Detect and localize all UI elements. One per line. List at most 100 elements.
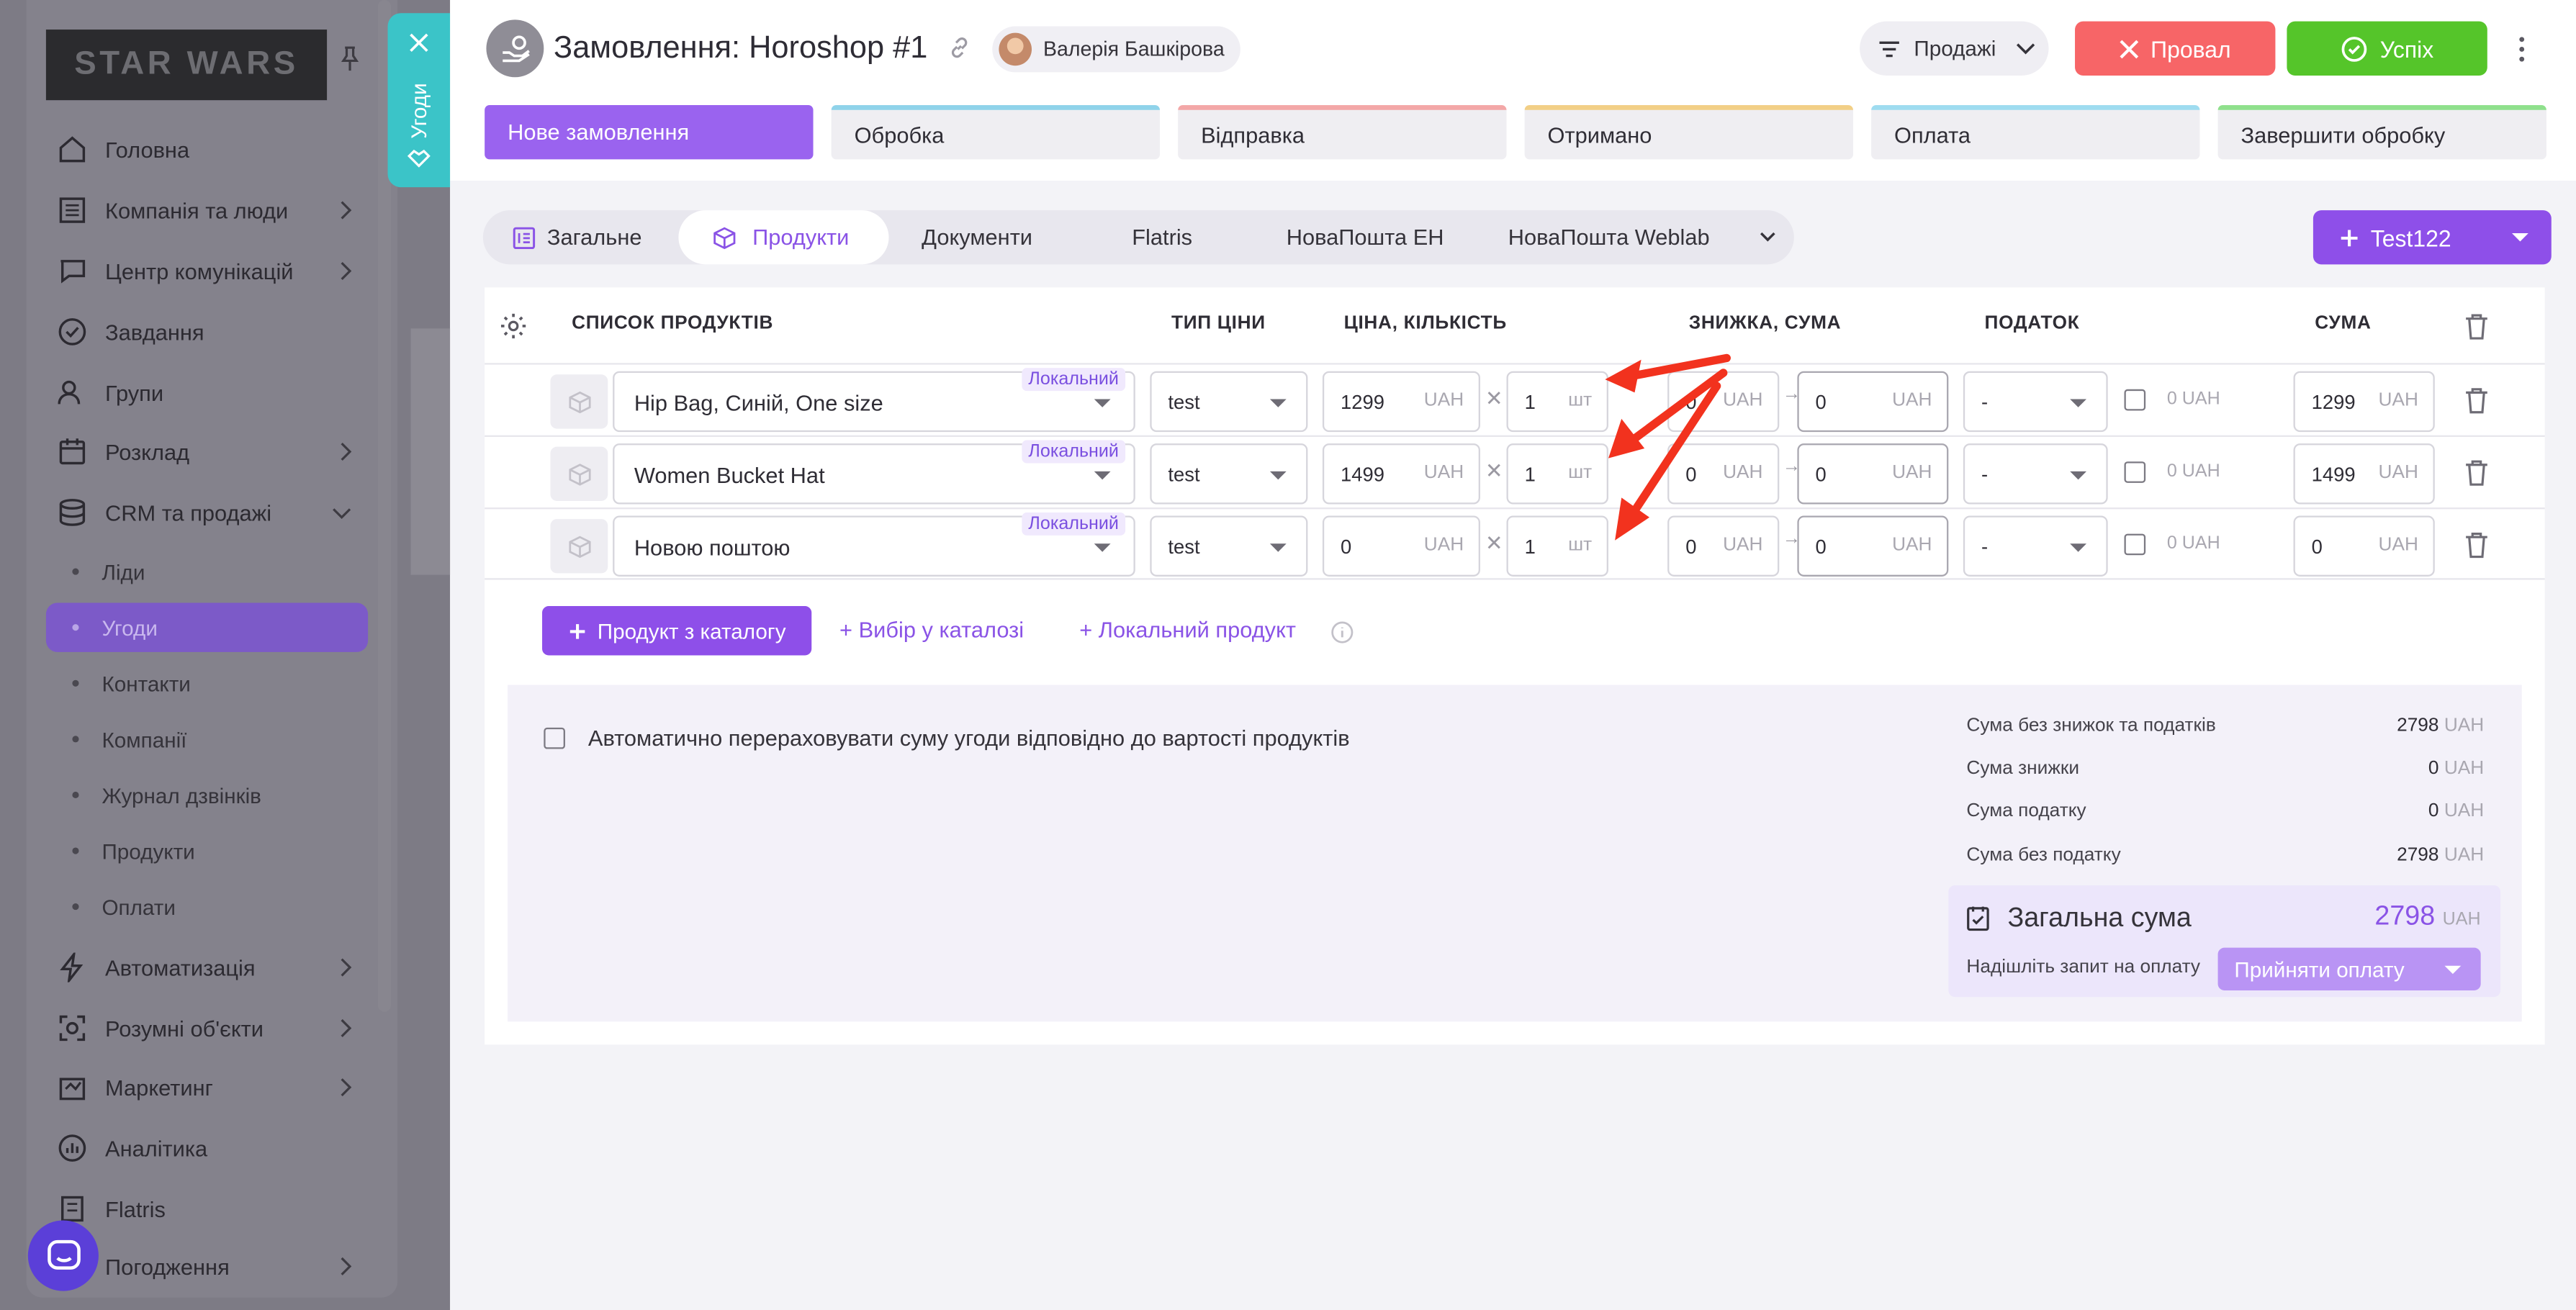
- sidebar-item-flatris[interactable]: Flatris: [46, 1181, 368, 1237]
- tab-novaposhta-weblab[interactable]: НоваПошта Weblab: [1508, 210, 1738, 264]
- tax-select[interactable]: -: [1963, 443, 2108, 505]
- accept-payment-button[interactable]: Прийняти оплату: [2217, 947, 2481, 990]
- sidebar-item-home[interactable]: Головна: [46, 122, 368, 178]
- stage-new-order[interactable]: Нове замовлення: [485, 105, 814, 160]
- sidebar-subitem-companies[interactable]: Компанії: [46, 715, 368, 764]
- plus-icon: +: [839, 617, 859, 643]
- support-chat-button[interactable]: [27, 1220, 99, 1291]
- close-icon[interactable]: [409, 33, 428, 53]
- price-input[interactable]: 1299 UAH: [1322, 371, 1480, 433]
- chevron-down-icon: [333, 508, 351, 520]
- sidebar-item-crm[interactable]: CRM та продажі: [46, 484, 368, 541]
- sidebar-item-analytics[interactable]: Аналітика: [46, 1120, 368, 1176]
- sidebar-subitem-deals[interactable]: Угоди: [45, 602, 369, 652]
- tab-general[interactable]: Загальне: [483, 210, 677, 264]
- sidebar-item-communications[interactable]: Центр комунікацій: [46, 243, 368, 299]
- sidebar-item-automation[interactable]: Автоматизація: [46, 939, 368, 995]
- fail-label: Провал: [2151, 35, 2231, 62]
- product-name-select[interactable]: Hip Bag, Синій, One size Локальний: [613, 368, 1135, 433]
- price-type-select[interactable]: test: [1150, 515, 1308, 577]
- responsible-user-chip[interactable]: Валерія Башкірова: [992, 26, 1241, 73]
- price-input[interactable]: 1499 UAH: [1322, 443, 1480, 505]
- sidebar-subitem-call-log[interactable]: Журнал дзвінків: [46, 770, 368, 819]
- sidebar-item-schedule[interactable]: Розклад: [46, 424, 368, 480]
- tab-novaposhta-en[interactable]: НоваПошта ЕН: [1287, 210, 1467, 264]
- settings-gear-icon[interactable]: [500, 312, 528, 340]
- sidebar-subitem-leads[interactable]: Ліди: [46, 547, 368, 596]
- currency-unit: UAH: [1423, 391, 1464, 411]
- catalog-button-label: Продукт з каталогу: [597, 618, 786, 643]
- column-header-total: СУМА: [2315, 313, 2372, 334]
- price-input[interactable]: 0 UAH: [1322, 515, 1480, 577]
- stage-finish[interactable]: Завершити обробку: [2217, 105, 2546, 160]
- auto-recalc-option[interactable]: Автоматично перераховувати суму угоди ві…: [544, 726, 1350, 751]
- total-input[interactable]: 1299 UAH: [2293, 371, 2435, 433]
- add-test122-button[interactable]: Test122: [2312, 210, 2552, 265]
- link-icon[interactable]: [946, 35, 973, 61]
- summary-panel: Автоматично перераховувати суму угоди ві…: [508, 685, 2522, 1022]
- pipeline-select[interactable]: Продажі: [1860, 21, 2049, 76]
- sidebar-subitem-contacts[interactable]: Контакти: [46, 659, 368, 708]
- stage-label: Відправка: [1201, 122, 1305, 148]
- sidebar-item-label: Компанія та люди: [105, 197, 289, 223]
- sidebar-subitem-products[interactable]: Продукти: [46, 826, 368, 875]
- box-icon: [568, 535, 590, 557]
- trash-icon[interactable]: [2464, 532, 2489, 559]
- trash-icon[interactable]: [2464, 388, 2489, 415]
- tax-included-checkbox[interactable]: [2124, 461, 2146, 483]
- discount-sum-input[interactable]: 0 UAH: [1797, 515, 1949, 577]
- column-header-tax: ПОДАТОК: [1984, 313, 2080, 334]
- tax-included-checkbox[interactable]: [2124, 533, 2146, 556]
- sidebar-item-tasks[interactable]: Завдання: [46, 304, 368, 360]
- sidebar-item-marketing[interactable]: Маркетинг: [46, 1060, 368, 1116]
- choose-in-catalog-link[interactable]: + Вибір у каталозі: [839, 618, 1024, 642]
- quantity-input[interactable]: 1 шт: [1506, 515, 1608, 577]
- auto-recalc-checkbox[interactable]: [544, 727, 565, 749]
- price-type-select[interactable]: test: [1150, 371, 1308, 433]
- tax-select[interactable]: -: [1963, 371, 2108, 433]
- product-name-select[interactable]: Women Bucket Hat Локальний: [613, 440, 1135, 505]
- success-button[interactable]: Успіх: [2287, 21, 2487, 76]
- more-options-icon[interactable]: [2513, 35, 2530, 64]
- price-value: 1499: [1341, 463, 1384, 487]
- product-name-select[interactable]: Новою поштою Локальний: [613, 512, 1135, 577]
- fail-button[interactable]: Провал: [2075, 21, 2276, 76]
- price-value: 1299: [1341, 391, 1384, 415]
- discount-sum-input[interactable]: 0 UAH: [1797, 443, 1949, 505]
- discount-sum-input[interactable]: 0 UAH: [1797, 371, 1949, 433]
- summary-currency: UAH: [2444, 801, 2485, 821]
- sidebar-item-smart-objects[interactable]: Розумні об'єкти: [46, 1000, 368, 1057]
- total-input[interactable]: 1499 UAH: [2293, 443, 2435, 505]
- stage-processing[interactable]: Обробка: [831, 105, 1161, 160]
- app-root: STAR WARS Головна Компанія та люди Центр…: [0, 0, 2576, 1310]
- stage-received[interactable]: Отримано: [1524, 105, 1853, 160]
- deals-drawer-tab[interactable]: Угоди: [387, 13, 451, 188]
- trash-icon[interactable]: [2464, 314, 2489, 340]
- sidebar-item-label: Розклад: [105, 439, 190, 464]
- box-icon: [568, 463, 590, 485]
- summary-currency: UAH: [2444, 759, 2485, 779]
- stage-payment[interactable]: Оплата: [1871, 105, 2200, 160]
- quantity-input[interactable]: 1 шт: [1506, 371, 1608, 433]
- tab-documents[interactable]: Документи: [922, 210, 1086, 264]
- info-icon[interactable]: [1330, 621, 1354, 644]
- tab-flatris[interactable]: Flatris: [1132, 210, 1230, 264]
- tab-products[interactable]: Продукти: [678, 210, 889, 265]
- sidebar-subitem-payments[interactable]: Оплати: [46, 882, 368, 931]
- pin-icon[interactable]: [338, 46, 361, 73]
- local-product-link[interactable]: + Локальний продукт: [1079, 618, 1296, 642]
- caret-down-icon[interactable]: [2444, 965, 2462, 975]
- tax-select[interactable]: -: [1963, 515, 2108, 577]
- close-icon: [2120, 39, 2139, 58]
- product-name: Women Bucket Hat: [634, 463, 825, 488]
- chevron-down-icon[interactable]: [1760, 232, 1776, 243]
- total-input[interactable]: 0 UAH: [2293, 515, 2435, 577]
- sidebar-item-groups[interactable]: Групи: [46, 365, 368, 421]
- tax-included-checkbox[interactable]: [2124, 389, 2146, 411]
- trash-icon[interactable]: [2464, 460, 2489, 487]
- add-from-catalog-button[interactable]: Продукт з каталогу: [542, 606, 812, 656]
- price-type-select[interactable]: test: [1150, 443, 1308, 505]
- quantity-input[interactable]: 1 шт: [1506, 443, 1608, 505]
- sidebar-item-company[interactable]: Компанія та люди: [46, 182, 368, 238]
- stage-shipping[interactable]: Відправка: [1178, 105, 1507, 160]
